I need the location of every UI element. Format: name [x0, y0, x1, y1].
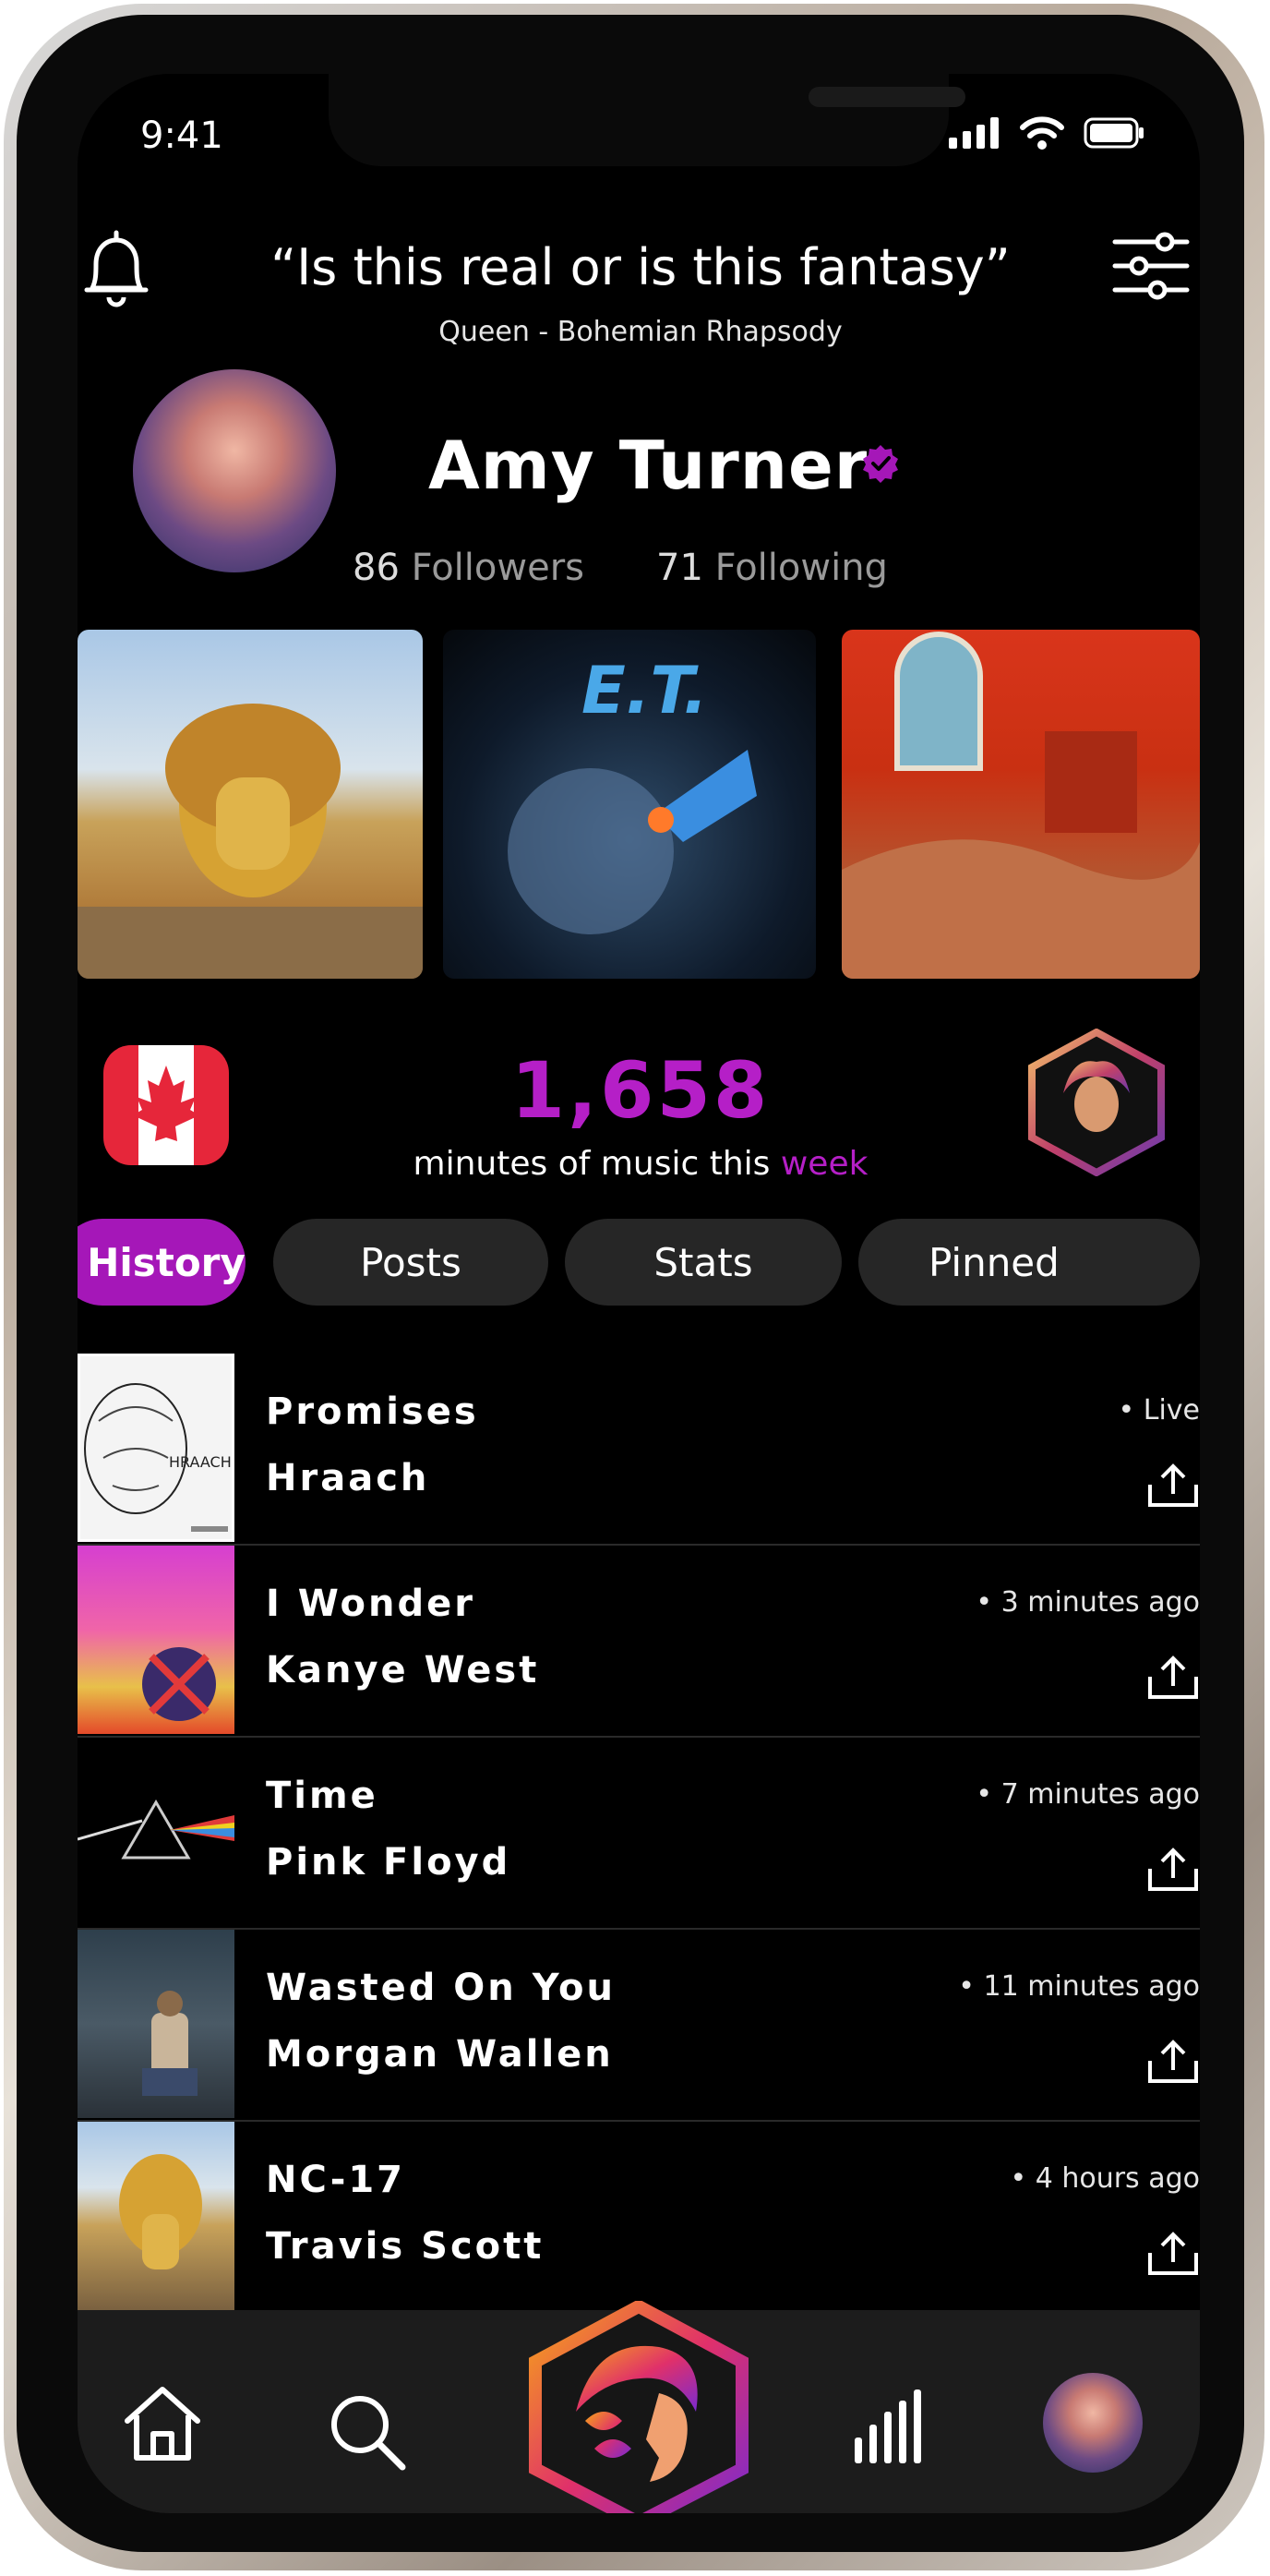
- bottom-nav: [78, 2301, 1200, 2513]
- track-thumbnail: [78, 1930, 234, 2118]
- album-cover-2[interactable]: E.T.: [443, 630, 816, 979]
- speaker: [809, 87, 965, 107]
- medusa-home-logo-icon[interactable]: [521, 2301, 757, 2513]
- minutes-label-accent: week: [780, 1145, 869, 1183]
- medusa-logo-icon[interactable]: [1026, 1029, 1167, 1176]
- wifi-icon: [1020, 116, 1064, 150]
- search-icon[interactable]: [325, 2389, 408, 2473]
- profile-avatar-nav[interactable]: [1043, 2373, 1143, 2473]
- track-art-3: [78, 1800, 234, 1860]
- notch: [329, 74, 965, 166]
- played-time: • 4 hours ago: [1010, 2162, 1200, 2195]
- stats-icon[interactable]: [853, 2388, 925, 2465]
- artist-name: Morgan Wallen: [266, 2033, 614, 2076]
- artist-name: Pink Floyd: [266, 1841, 511, 1884]
- song-title: Time: [266, 1775, 378, 1817]
- share-icon[interactable]: [1146, 2231, 1200, 2277]
- minutes-label-text: minutes of music this: [413, 1145, 781, 1183]
- following[interactable]: 71 Following: [656, 547, 888, 589]
- share-icon[interactable]: [1146, 1847, 1200, 1893]
- user-name: Amy Turner: [428, 427, 869, 504]
- song-title: I Wonder: [266, 1583, 475, 1625]
- bell-icon[interactable]: [79, 227, 153, 312]
- tab-posts[interactable]: Posts: [273, 1219, 548, 1306]
- album-art-3: [842, 632, 1200, 979]
- signal-icon: [949, 117, 999, 149]
- minutes-count: 1,658: [510, 1045, 771, 1136]
- album-art-2: E.T.: [508, 653, 757, 934]
- album-cover-1[interactable]: [78, 630, 423, 979]
- verified-icon: [863, 445, 898, 483]
- header-quote: “Is this real or is this fantasy”: [270, 238, 1011, 296]
- share-icon[interactable]: [1146, 2039, 1200, 2085]
- following-label: Following: [714, 547, 888, 589]
- share-icon[interactable]: [1146, 1655, 1200, 1701]
- filters-icon[interactable]: [1111, 227, 1191, 307]
- track-art-1: HRAACH: [84, 1383, 232, 1532]
- top-albums: E.T.: [78, 630, 1200, 979]
- track-art-2: [142, 1647, 216, 1721]
- list-item[interactable]: Wasted On You Morgan Wallen • 11 minutes…: [78, 1928, 1200, 2122]
- tab-history[interactable]: History: [78, 1219, 246, 1306]
- followers-count: 86: [353, 547, 400, 589]
- track-art-5: [119, 2154, 202, 2269]
- played-time: • 3 minutes ago: [976, 1586, 1200, 1619]
- track-thumbnail: [78, 1738, 234, 1926]
- track-thumbnail: [78, 1546, 234, 1734]
- quote-source: Queen - Bohemian Rhapsody: [438, 316, 843, 348]
- status-time: 9:41: [140, 114, 223, 157]
- album-cover-3[interactable]: [842, 630, 1200, 979]
- track-thumbnail: HRAACH: [78, 1354, 234, 1542]
- minutes-label: minutes of music this week: [354, 1145, 927, 1183]
- status-icons: [949, 116, 1144, 150]
- artist-name: Hraach: [266, 1457, 430, 1499]
- song-title: NC-17: [266, 2159, 406, 2201]
- list-item[interactable]: HRAACH Promises Hraach • Live: [78, 1352, 1200, 1546]
- list-item[interactable]: Time Pink Floyd • 7 minutes ago: [78, 1736, 1200, 1930]
- played-time: • 7 minutes ago: [976, 1778, 1200, 1811]
- home-icon[interactable]: [120, 2384, 205, 2463]
- track-art-4: [142, 1991, 198, 2096]
- phone-screen: 9:41 “Is this real or is this fantasy” Q…: [78, 74, 1200, 2513]
- following-count: 71: [656, 547, 703, 589]
- tab-pinned[interactable]: Pinned: [858, 1219, 1200, 1306]
- followers-label: Followers: [411, 547, 584, 589]
- maple-leaf-icon: [133, 1065, 199, 1141]
- album-art-1: [78, 704, 423, 979]
- avatar[interactable]: [133, 369, 336, 572]
- battery-icon: [1084, 117, 1144, 149]
- artist-name: Travis Scott: [266, 2225, 545, 2268]
- tab-stats[interactable]: Stats: [565, 1219, 842, 1306]
- played-time: • 11 minutes ago: [958, 1970, 1200, 2003]
- follow-stats: 86 Followers 71 Following: [353, 547, 888, 589]
- svg-text:HRAACH: HRAACH: [169, 1453, 232, 1471]
- song-title: Promises: [266, 1390, 479, 1433]
- svg-text:E.T.: E.T.: [581, 653, 708, 728]
- track-thumbnail: [78, 2122, 234, 2310]
- list-item[interactable]: NC-17 Travis Scott • 4 hours ago: [78, 2120, 1200, 2314]
- canada-flag-icon[interactable]: [103, 1045, 229, 1165]
- song-title: Wasted On You: [266, 1967, 616, 2009]
- profile-tabs: History Posts Stats Pinned: [78, 1219, 1200, 1306]
- artist-name: Kanye West: [266, 1649, 540, 1691]
- list-item[interactable]: I Wonder Kanye West • 3 minutes ago: [78, 1544, 1200, 1738]
- played-time: • Live: [1118, 1394, 1201, 1426]
- share-icon[interactable]: [1146, 1463, 1200, 1509]
- followers[interactable]: 86 Followers: [353, 547, 584, 589]
